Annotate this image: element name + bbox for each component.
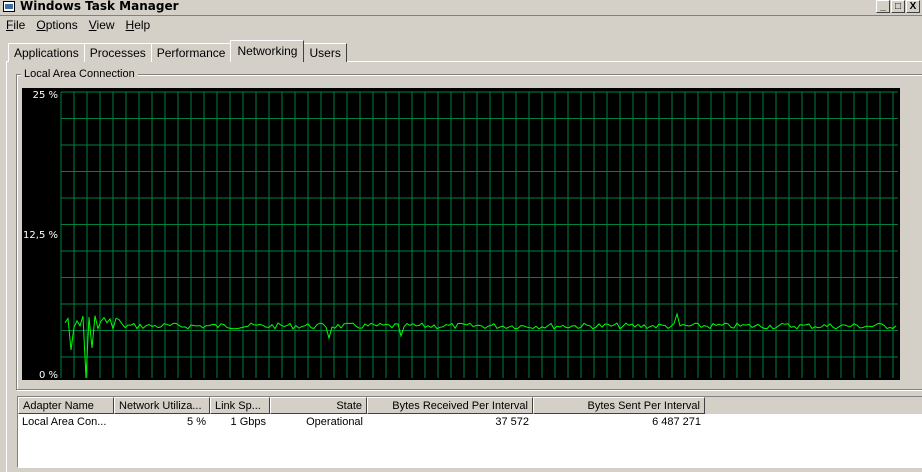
menu-bar: File Options View Help	[0, 16, 922, 34]
cell-bytes-received: 37 572	[495, 416, 529, 428]
tab-processes[interactable]: Processes	[83, 43, 152, 62]
list-header: Adapter Name Network Utiliza... Link Sp.…	[18, 397, 922, 414]
tab-networking[interactable]: Networking	[230, 40, 305, 62]
header-state[interactable]: State	[270, 397, 367, 414]
tab-strip: Applications Processes Performance Netwo…	[8, 40, 347, 62]
title-bar: Windows Task Manager _ □ X	[0, 0, 922, 16]
header-bytes-received[interactable]: Bytes Received Per Interval	[367, 397, 533, 414]
header-bytes-sent[interactable]: Bytes Sent Per Interval	[533, 397, 705, 414]
window-controls: _ □ X	[876, 0, 920, 13]
graph-plot	[60, 91, 898, 379]
tab-applications[interactable]: Applications	[8, 43, 85, 62]
cell-link-speed: 1 Gbps	[230, 416, 266, 428]
traffic-line	[64, 312, 897, 379]
minimize-button[interactable]: _	[876, 0, 890, 13]
header-network-utilization[interactable]: Network Utiliza...	[114, 397, 210, 414]
cell-network-utilization: 5 %	[187, 416, 206, 428]
maximize-button[interactable]: □	[891, 0, 905, 13]
menu-help[interactable]: Help	[120, 18, 156, 32]
cell-bytes-sent: 6 487 271	[652, 416, 701, 428]
tab-performance[interactable]: Performance	[150, 43, 232, 62]
tab-users[interactable]: Users	[303, 43, 347, 62]
table-row[interactable]: Local Area Con... 5 % 1 Gbps Operational…	[18, 414, 922, 430]
cell-state: Operational	[306, 416, 363, 428]
header-adapter-name[interactable]: Adapter Name	[18, 397, 114, 414]
close-button[interactable]: X	[906, 0, 920, 13]
menu-options[interactable]: Options	[30, 18, 82, 32]
network-graph: 25 % 12,5 % 0 %	[22, 88, 900, 381]
menu-view[interactable]: View	[83, 18, 120, 32]
cell-adapter-name: Local Area Con...	[22, 416, 107, 428]
adapter-list[interactable]: Adapter Name Network Utiliza... Link Sp.…	[17, 396, 922, 468]
group-label: Local Area Connection	[21, 68, 138, 80]
task-manager-icon	[3, 1, 15, 12]
header-link-speed[interactable]: Link Sp...	[210, 397, 270, 414]
menu-file[interactable]: File	[0, 18, 30, 32]
window-title: Windows Task Manager	[20, 0, 179, 13]
